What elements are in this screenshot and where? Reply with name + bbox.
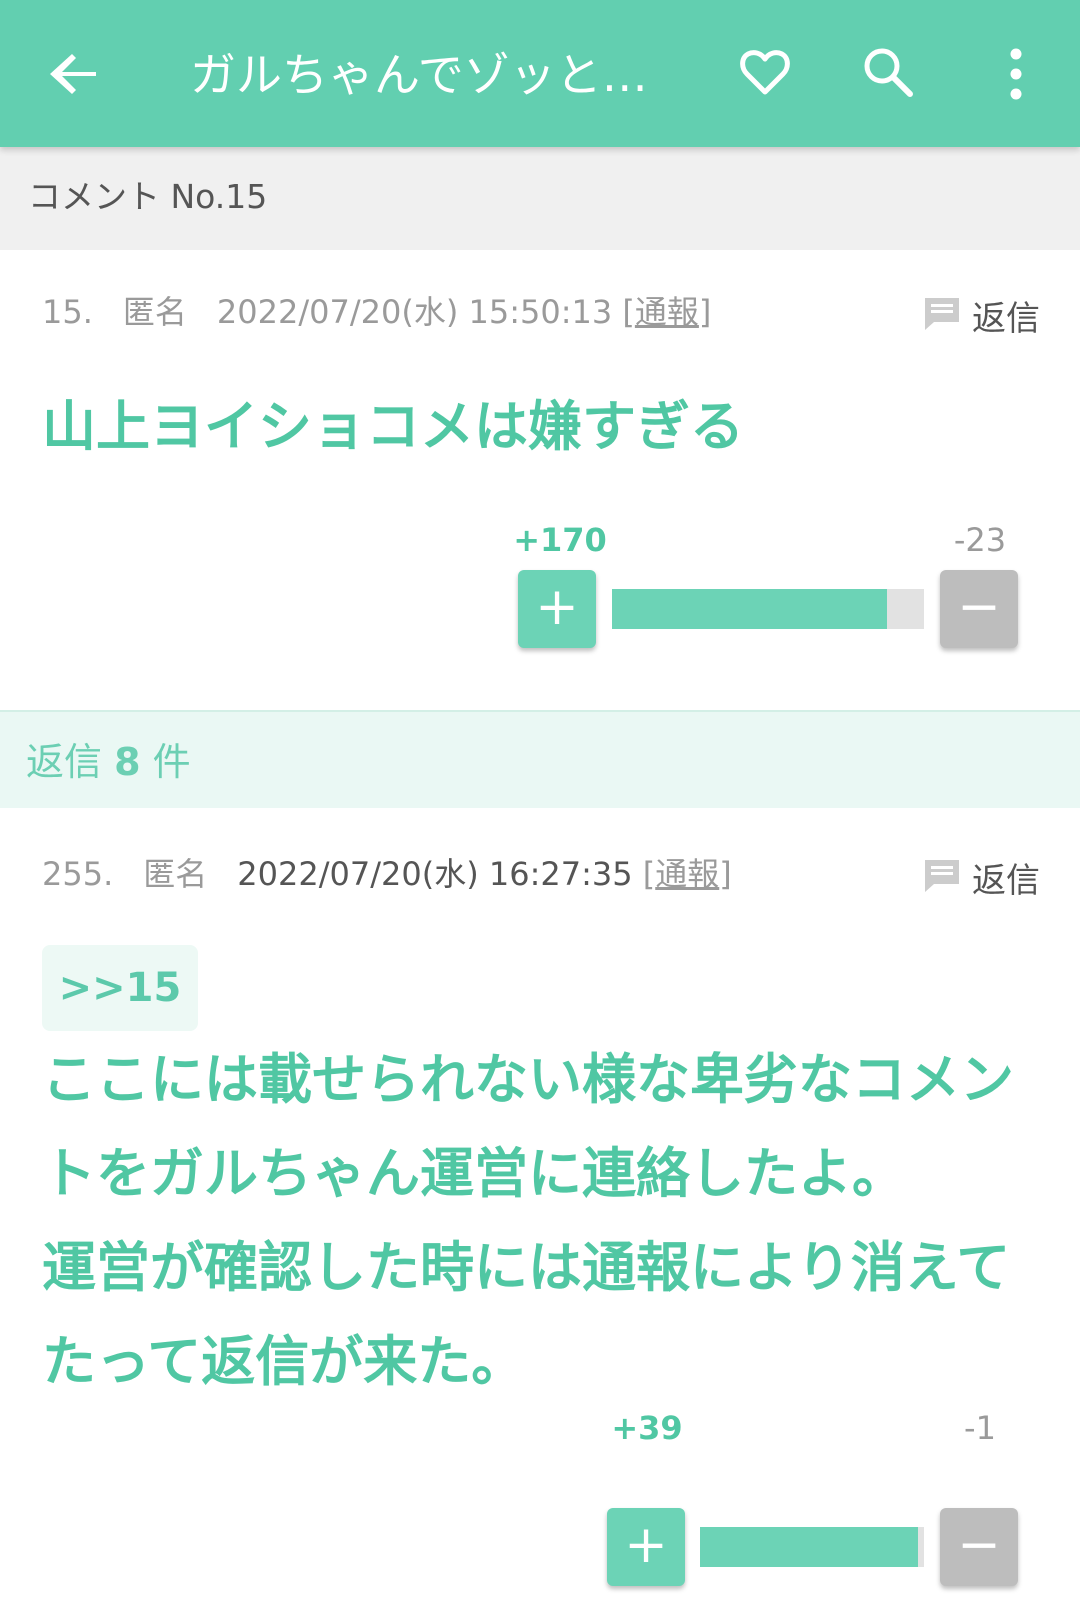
comment-body-line: トをガルちゃん運営に連絡したよ。: [42, 1142, 906, 1205]
comment-number: 255.: [42, 855, 114, 893]
reply-label: 返信: [972, 861, 1040, 901]
reply-label: 返信: [972, 299, 1040, 339]
minus-vote-button[interactable]: −: [940, 570, 1018, 648]
minus-icon: −: [957, 577, 1001, 637]
app-bar: ガルちゃんでゾッと…: [0, 0, 1080, 147]
anchor-link[interactable]: >>15: [42, 945, 198, 1031]
comment-meta: 15. 匿名 2022/07/20(水) 15:50:13 [通報]: [42, 293, 712, 331]
report-link[interactable]: 通報: [655, 855, 719, 893]
comment-card: 15. 匿名 2022/07/20(水) 15:50:13 [通報] 返信 山上ヨイ…: [0, 250, 1080, 710]
reply-button[interactable]: 返信: [925, 856, 1040, 906]
comment-number: 15.: [42, 293, 93, 331]
heart-outline-icon[interactable]: [737, 44, 793, 100]
vote-ratio-fill: [612, 589, 887, 629]
reply-button[interactable]: 返信: [925, 294, 1040, 344]
minus-count: -23: [953, 521, 1007, 559]
minus-count: -1: [964, 1409, 996, 1447]
minus-icon: −: [957, 1515, 1001, 1575]
replies-count-label: 返信 8 件: [26, 738, 191, 786]
comment-date: 2022/07/20(水) 16:27:35: [237, 855, 633, 893]
comment-author: 匿名: [143, 855, 208, 893]
arrow-left-icon[interactable]: [44, 42, 108, 106]
comment-body-line: たって返信が来た。: [42, 1330, 526, 1393]
report-link[interactable]: 通報: [635, 293, 699, 331]
comment-icon: [925, 298, 959, 330]
plus-vote-button[interactable]: +: [518, 570, 596, 648]
comment-date: 2022/07/20(水) 15:50:13: [216, 293, 613, 331]
replies-suffix: 件: [152, 740, 191, 784]
comment-body-line: ここには載せられない様な卑劣なコメン: [42, 1048, 1014, 1111]
minus-vote-button[interactable]: −: [940, 1508, 1018, 1586]
plus-icon: +: [624, 1515, 668, 1575]
section-title: コメント No.15: [28, 177, 268, 216]
more-vert-icon[interactable]: [996, 44, 1036, 104]
page-title: ガルちゃんでゾッと…: [190, 48, 648, 102]
search-icon[interactable]: [860, 44, 916, 100]
replies-count: 8: [114, 740, 141, 784]
vote-ratio-bar: [700, 1527, 924, 1567]
comment-meta: 255. 匿名 2022/07/20(水) 16:27:35 [通報]: [42, 855, 732, 893]
reply-comment-card: 255. 匿名 2022/07/20(水) 16:27:35 [通報] 返信 >>1…: [0, 808, 1080, 1614]
plus-icon: +: [535, 577, 579, 637]
plus-vote-button[interactable]: +: [607, 1508, 685, 1586]
section-header: コメント No.15: [0, 147, 1080, 250]
replies-prefix: 返信: [26, 740, 103, 784]
comment-body: 山上ヨイショコメは嫌すぎる: [42, 395, 744, 458]
comment-body-line: 運営が確認した時には通報により消えて: [42, 1236, 1011, 1299]
replies-header[interactable]: 返信 8 件: [0, 710, 1080, 808]
comment-body: ここには載せられない様な卑劣なコメン トをガルちゃん運営に連絡したよ。 運営が確…: [42, 1033, 1042, 1409]
plus-count: +39: [611, 1409, 683, 1447]
vote-ratio-fill: [700, 1527, 919, 1567]
vote-ratio-bar: [612, 589, 924, 629]
plus-count: +170: [513, 521, 607, 559]
comment-icon: [925, 860, 959, 892]
comment-author: 匿名: [122, 293, 187, 331]
